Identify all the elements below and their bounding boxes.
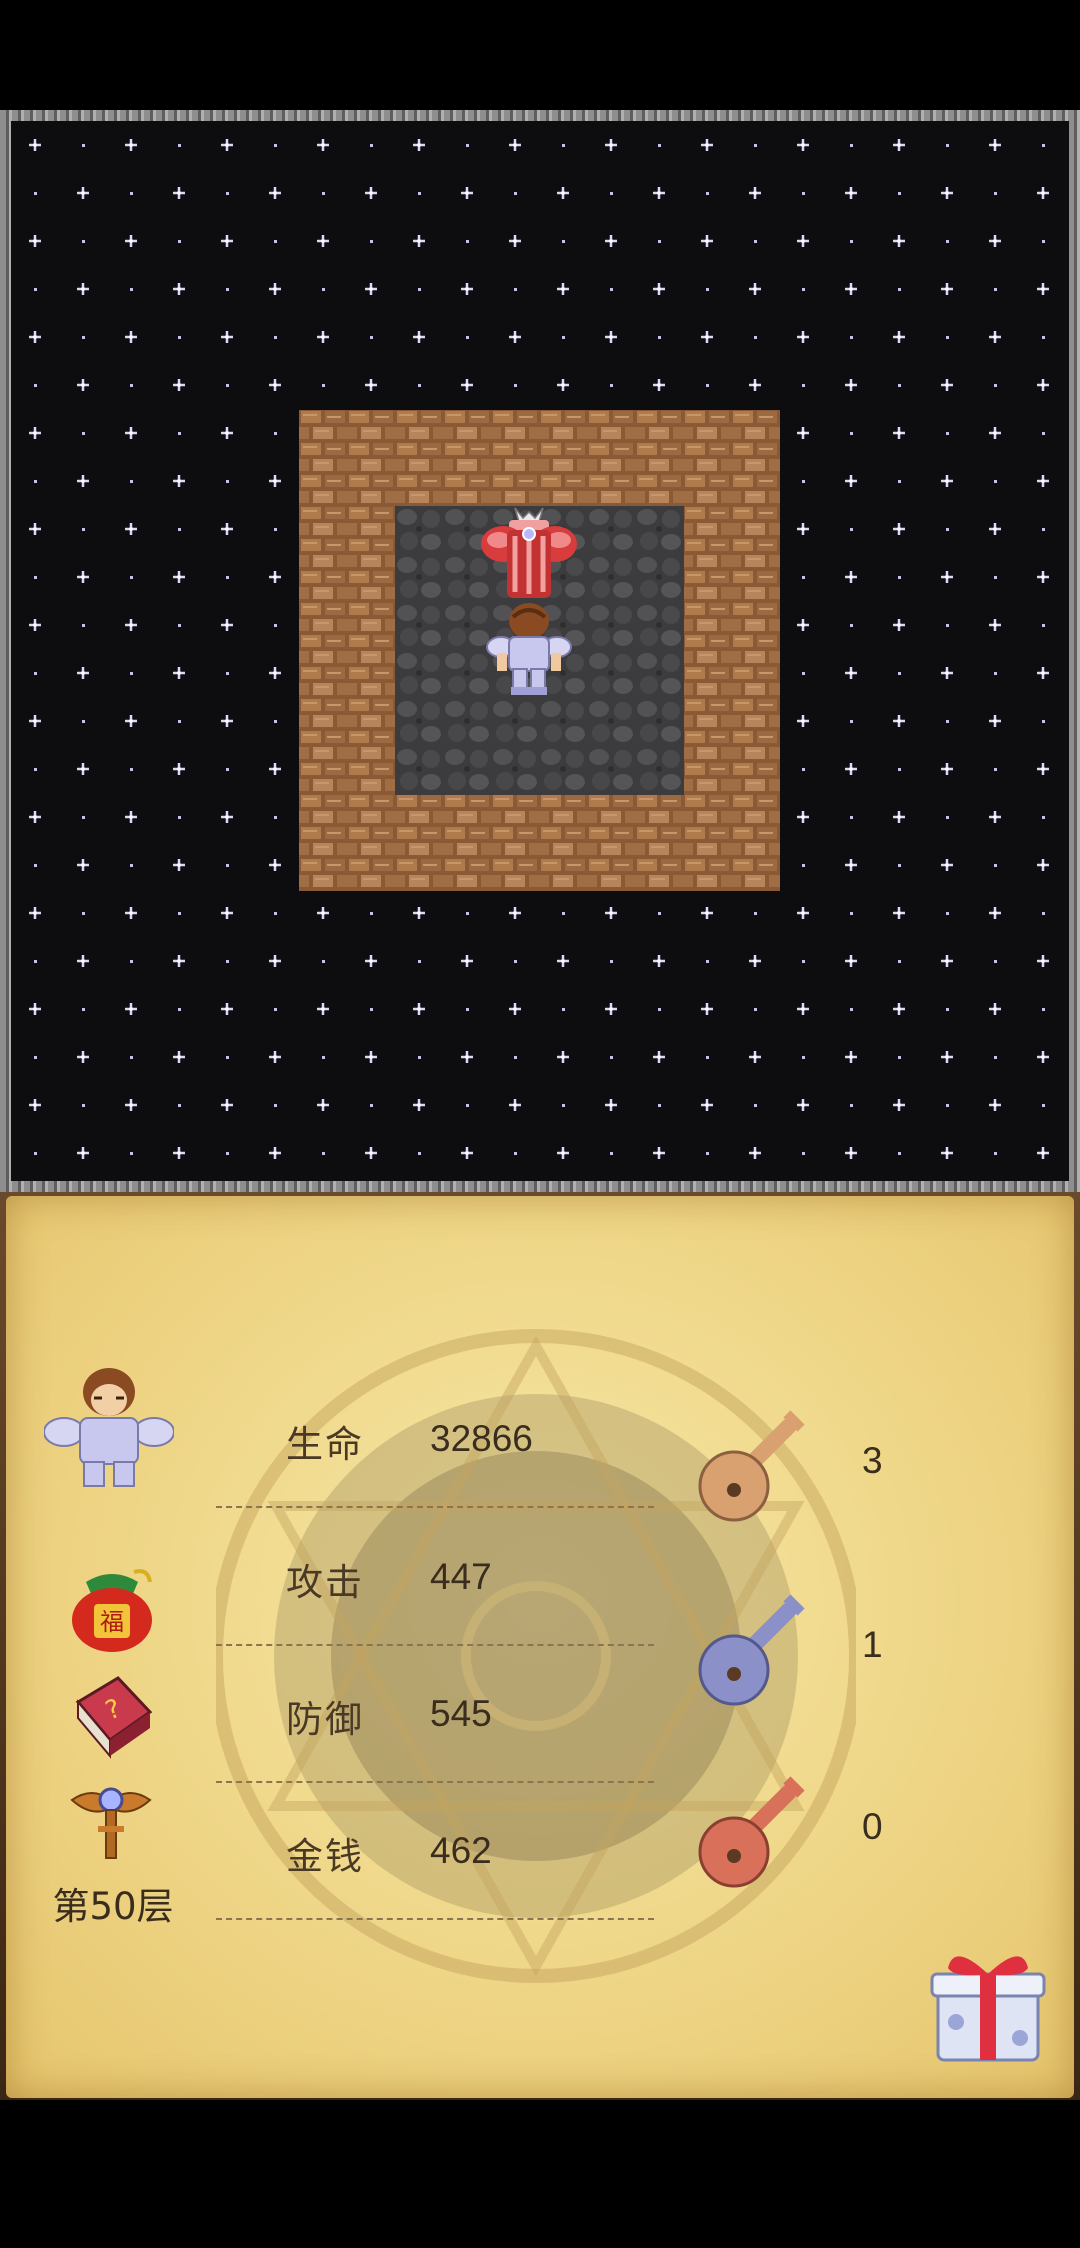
hp-label: 生命 [286,1423,364,1466]
defense-label: 防御 [286,1698,364,1741]
floor-fly-staff-icon[interactable] [68,1780,154,1866]
blue-key-icon [698,1594,805,1706]
attack-value: 447 [430,1556,492,1597]
red-key-icon [698,1776,805,1888]
blue-key-count: 1 [862,1624,883,1665]
hp-divider [216,1506,654,1508]
monster-manual-icon[interactable]: ? [66,1672,156,1762]
yellow-key-icon [698,1410,805,1522]
game-board[interactable] [11,121,1069,1181]
attack-divider [216,1644,654,1646]
gold-value: 462 [430,1830,492,1871]
gold-divider [216,1918,654,1920]
hp-value: 32866 [430,1418,533,1459]
lucky-bag-icon[interactable]: 福 [64,1564,160,1654]
hero-portrait-icon [44,1368,174,1487]
gold-label: 金钱 [286,1835,364,1878]
board-canvas [11,121,1069,1181]
gift-box-icon[interactable] [926,1942,1050,2066]
defense-value: 545 [430,1693,492,1734]
defense-divider [216,1781,654,1783]
status-panel: 福 ? 第50层 生命 32866 攻击 447 防御 545 金钱 462 3… [6,1196,1074,2098]
yellow-key-count: 3 [862,1440,883,1481]
floor-level-label: 第50层 [52,1885,174,1928]
red-key-count: 0 [862,1806,883,1847]
attack-label: 攻击 [286,1561,364,1604]
svg-text:福: 福 [100,1608,124,1636]
